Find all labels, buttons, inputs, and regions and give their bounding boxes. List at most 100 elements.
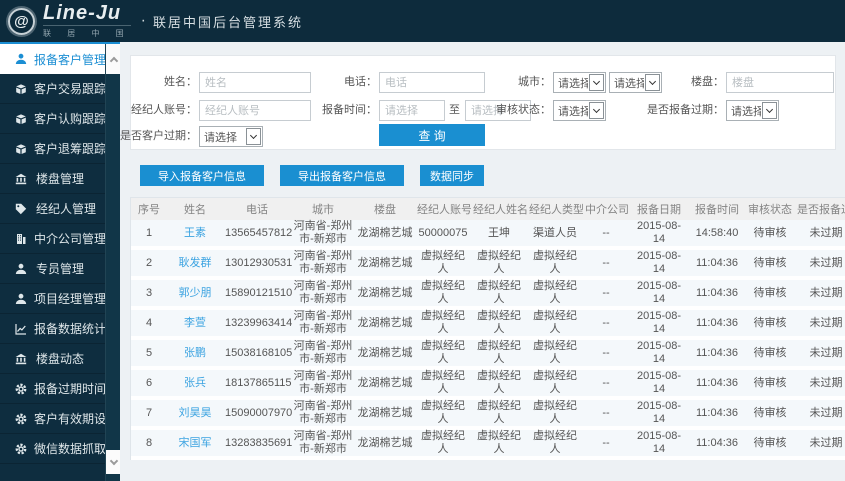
- sidebar-scrollbar[interactable]: [105, 44, 121, 481]
- report-expired-select[interactable]: 请选择: [726, 100, 779, 121]
- cell-agency: --: [583, 310, 629, 340]
- col-report-date: 报备日期: [629, 198, 689, 220]
- cell-report-date: 2015-08-14: [629, 250, 689, 280]
- cell-report-date: 2015-08-14: [629, 430, 689, 460]
- report-expired-label: 是否报备过期：: [647, 104, 724, 116]
- col-agent-name: 经纪人姓名: [471, 198, 527, 220]
- package-icon: [15, 143, 27, 155]
- col-estate: 楼盘: [355, 198, 415, 220]
- cell-estate: 龙湖棉艺城: [355, 220, 415, 250]
- table-row: 6 张兵 18137865115 河南省-郑州市-新郑市 龙湖棉艺城 虚拟经纪人…: [131, 370, 845, 400]
- col-agent-account: 经纪人账号: [415, 198, 471, 220]
- cell-agent-type: 虚拟经纪人: [527, 430, 583, 460]
- cell-agency: --: [583, 340, 629, 370]
- chevron-down-icon: [109, 456, 118, 465]
- cell-agent-name: 虚拟经纪人: [471, 280, 527, 310]
- customer-name-link[interactable]: 耿发群: [167, 250, 223, 280]
- cell-agency: --: [583, 250, 629, 280]
- export-customers-button[interactable]: 导出报备客户信息: [280, 165, 404, 186]
- customer-name-link[interactable]: 宋国军: [167, 430, 223, 460]
- phone-label: 电话：: [344, 76, 377, 88]
- sidebar-item-customer-validity-settings[interactable]: 客户有效期设置: [0, 404, 118, 434]
- table-row: 3 郭少朋 15890121510 河南省-郑州市-新郑市 龙湖棉艺城 虚拟经纪…: [131, 280, 845, 310]
- customer-expired-select[interactable]: 请选择: [199, 126, 263, 147]
- tag-icon: [15, 203, 29, 215]
- customer-name-link[interactable]: 王素: [167, 220, 223, 250]
- cell-audit-status: 待审核: [745, 280, 795, 310]
- report-time-from-input[interactable]: [379, 100, 445, 121]
- search-button[interactable]: 查 询: [379, 124, 485, 146]
- phone-input[interactable]: [379, 72, 485, 93]
- cell-audit-status: 待审核: [745, 430, 795, 460]
- customer-name-link[interactable]: 张兵: [167, 370, 223, 400]
- import-customers-button[interactable]: 导入报备客户信息: [140, 165, 264, 186]
- audit-status-select[interactable]: 请选择: [553, 100, 606, 121]
- main-content: 姓名： 电话： 城市： 请选择 请选择 楼盘： 经纪人账号： 报备时间： 至 审…: [120, 42, 845, 481]
- cell-agent-type: 虚拟经纪人: [527, 310, 583, 340]
- sidebar-item-estate-news[interactable]: 楼盘动态: [0, 344, 105, 374]
- sidebar-item-specialist-management[interactable]: 专员管理: [0, 254, 105, 284]
- cell-agency: --: [583, 430, 629, 460]
- data-sync-button[interactable]: 数据同步: [420, 165, 484, 186]
- cell-agent-name: 王坤: [471, 220, 527, 250]
- cell-agent-type: 虚拟经纪人: [527, 250, 583, 280]
- sidebar-item-report-expiry-settings[interactable]: 报备过期时间设置: [0, 374, 130, 404]
- sidebar-item-customer-transactions[interactable]: 客户交易跟踪: [0, 74, 106, 104]
- city-province-select[interactable]: 请选择: [553, 72, 606, 93]
- chevron-down-icon: [645, 74, 660, 91]
- cell-report-expired: 未过期: [795, 340, 845, 370]
- cell-agency: --: [583, 370, 629, 400]
- cell-index: 3: [131, 280, 167, 310]
- sidebar-item-wechat-data-capture[interactable]: 微信数据抓取: [0, 434, 106, 464]
- cell-phone: 15038168105: [223, 340, 292, 370]
- sidebar-item-estate-management[interactable]: 楼盘管理: [0, 164, 105, 194]
- customer-name-link[interactable]: 刘昊昊: [167, 400, 223, 430]
- cell-report-time: 11:04:36: [689, 280, 745, 310]
- cell-report-date: 2015-08-14: [629, 220, 689, 250]
- col-agency: 中介公司: [583, 198, 629, 220]
- chevron-down-icon: [589, 102, 604, 119]
- cell-estate: 龙湖棉艺城: [355, 280, 415, 310]
- city-label: 城市：: [518, 76, 551, 88]
- cell-report-time: 11:04:36: [689, 400, 745, 430]
- sidebar-item-agency-management[interactable]: 中介公司管理: [0, 224, 106, 254]
- cell-report-expired: 未过期: [795, 250, 845, 280]
- table-row: 1 王素 13565457812 河南省-郑州市-新郑市 龙湖棉艺城 50000…: [131, 220, 845, 250]
- scroll-up-button[interactable]: [106, 44, 121, 74]
- cell-report-date: 2015-08-14: [629, 280, 689, 310]
- cell-report-expired: 未过期: [795, 220, 845, 250]
- cell-city: 河南省-郑州市-新郑市: [291, 220, 355, 250]
- report-time-to-separator: 至: [449, 104, 460, 116]
- package-icon: [15, 113, 27, 125]
- sidebar-item-project-manager-management[interactable]: 项目经理管理: [0, 284, 106, 314]
- cell-agent-account: 虚拟经纪人: [415, 310, 471, 340]
- cell-estate: 龙湖棉艺城: [355, 340, 415, 370]
- scroll-down-button[interactable]: [106, 450, 121, 474]
- name-input[interactable]: [199, 72, 311, 93]
- col-audit-status: 审核状态: [745, 198, 795, 220]
- col-index: 序号: [131, 198, 167, 220]
- city-city-select[interactable]: 请选择: [609, 72, 662, 93]
- cell-agent-account: 虚拟经纪人: [415, 400, 471, 430]
- cell-phone: 15890121510: [223, 280, 292, 310]
- cell-report-time: 11:04:36: [689, 340, 745, 370]
- customer-name-link[interactable]: 郭少朋: [167, 280, 223, 310]
- cell-report-expired: 未过期: [795, 370, 845, 400]
- sidebar-item-agent-management[interactable]: 经纪人管理: [0, 194, 105, 224]
- cell-phone: 18137865115: [223, 370, 291, 400]
- sidebar-item-report-customers[interactable]: 报备客户管理: [0, 44, 106, 74]
- table-row: 7 刘昊昊 15090007970 河南省-郑州市-新郑市 龙湖棉艺城 虚拟经纪…: [131, 400, 845, 430]
- cell-city: 河南省-郑州市-新郑市: [291, 340, 355, 370]
- estate-input[interactable]: [726, 72, 834, 93]
- cell-agent-type: 渠道人员: [527, 220, 583, 250]
- customer-name-link[interactable]: 李萱: [167, 310, 223, 340]
- sidebar-item-customer-refund[interactable]: 客户退筹跟踪: [0, 134, 106, 164]
- agent-account-label: 经纪人账号：: [131, 104, 197, 116]
- cell-report-date: 2015-08-14: [629, 400, 689, 430]
- cell-report-time: 11:04:36: [689, 370, 745, 400]
- sidebar-item-report-statistics[interactable]: 报备数据统计分析: [0, 314, 130, 344]
- agent-account-input[interactable]: [199, 100, 311, 121]
- page-title: 联居中国后台管理系统: [153, 14, 304, 30]
- sidebar-item-customer-subscription[interactable]: 客户认购跟踪: [0, 104, 106, 134]
- customer-name-link[interactable]: 张鹏: [167, 340, 223, 370]
